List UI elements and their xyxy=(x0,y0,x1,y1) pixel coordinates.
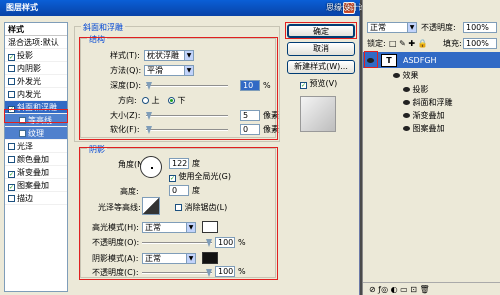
effect-item[interactable]: 图案叠加 xyxy=(403,123,445,134)
style-checkbox[interactable]: ✓ xyxy=(8,171,15,178)
blend-mode-select[interactable]: 正常 ▼ xyxy=(367,22,417,33)
style-checkbox[interactable]: ✓ xyxy=(8,184,15,191)
layer-tool-icons[interactable]: ⊘ ƒ◎ ◐ ▭ ⊡ 🗑 xyxy=(369,284,430,295)
style-checkbox[interactable] xyxy=(8,78,15,85)
styles-header: 样式 xyxy=(5,23,67,36)
preview-option[interactable]: ✓ 预览(V) xyxy=(300,78,337,89)
style-item[interactable]: 内阴影 xyxy=(5,62,67,75)
style-item-label: 纹理 xyxy=(28,129,44,138)
style-item-label: 混合选项:默认 xyxy=(8,38,59,47)
fill-input[interactable]: 100% xyxy=(463,38,497,49)
style-item[interactable]: 描边 xyxy=(5,192,67,205)
preview-label: 预览(V) xyxy=(309,79,338,88)
dialog-title: 图层样式 xyxy=(0,0,360,16)
preview-checkbox[interactable]: ✓ xyxy=(300,82,307,89)
layer-name[interactable]: ASDFGH xyxy=(403,55,437,66)
effects-text: 效果 xyxy=(402,71,419,80)
style-checkbox[interactable] xyxy=(19,130,26,137)
style-item[interactable]: 外发光 xyxy=(5,75,67,88)
style-item-label: 渐变叠加 xyxy=(17,168,49,177)
styles-list: 样式 混合选项:默认 ✓ 投影 内阴影 外发光 内发光 ✓ 斜面和浮雕 等高线 纹理 光泽 颜色叠加 ✓… xyxy=(4,22,68,292)
effect-item[interactable]: 投影 xyxy=(403,84,429,95)
blend-mode-value: 正常 xyxy=(370,23,386,32)
opacity-input[interactable]: 100% xyxy=(463,22,497,33)
lock-label: 锁定: xyxy=(367,39,386,48)
lock-icons[interactable]: □ ✎ ✚ 🔒 xyxy=(389,38,428,49)
effect-item[interactable]: 斜面和浮雕 xyxy=(403,97,453,108)
style-item-label: 内发光 xyxy=(17,90,41,99)
bevel-highlight-frame xyxy=(79,37,278,140)
effect-label: 渐变叠加 xyxy=(412,111,445,120)
style-checkbox[interactable] xyxy=(8,156,15,163)
effect-label: 图案叠加 xyxy=(412,124,445,133)
effect-label: 投影 xyxy=(412,85,429,94)
style-item-label: 投影 xyxy=(17,51,33,60)
style-checkbox[interactable] xyxy=(8,143,15,150)
style-item-label: 内阴影 xyxy=(17,64,41,73)
style-item[interactable]: 颜色叠加 xyxy=(5,153,67,166)
cancel-button[interactable]: 取消 xyxy=(287,42,355,56)
style-item[interactable]: ✓ 投影 xyxy=(5,49,67,62)
style-item[interactable]: ✓ 渐变叠加 xyxy=(5,166,67,179)
effect-eye-icon[interactable] xyxy=(403,113,410,118)
effect-eye-icon[interactable] xyxy=(403,87,410,92)
layer-style-dialog: 图层样式 × 样式 混合选项:默认 ✓ 投影 内阴影 外发光 内发光 ✓ 斜面和浮雕 等高线 纹理… xyxy=(0,0,360,295)
chevron-down-icon: ▼ xyxy=(407,23,416,32)
style-item-label: 光泽 xyxy=(17,142,33,151)
style-item[interactable]: 内发光 xyxy=(5,88,67,101)
new-style-button[interactable]: 新建样式(W)... xyxy=(287,60,355,74)
ok-button[interactable]: 确定 xyxy=(287,24,355,38)
style-checkbox[interactable] xyxy=(8,91,15,98)
style-item[interactable]: ✓ 图案叠加 xyxy=(5,179,67,192)
style-checkbox[interactable] xyxy=(8,65,15,72)
layer-highlight-frame xyxy=(364,51,378,68)
style-item[interactable]: 混合选项:默认 xyxy=(5,36,67,49)
layers-panel: 正常 ▼ 不透明度: 100% 锁定: □ ✎ ✚ 🔒 填充: 100% T AS… xyxy=(362,0,500,295)
fill-label: 填充: xyxy=(443,39,462,48)
bevel-group-title: 斜面和浮雕 xyxy=(81,22,125,33)
style-preview-thumbnail xyxy=(300,96,336,132)
effect-eye-icon[interactable] xyxy=(403,126,410,131)
layers-toolbar: ⊘ ƒ◎ ◐ ▭ ⊡ 🗑 xyxy=(363,282,500,295)
opacity-label: 不透明度: xyxy=(421,23,456,32)
shading-highlight-frame xyxy=(79,147,278,280)
style-item-label: 描边 xyxy=(17,194,33,203)
effect-item[interactable]: 渐变叠加 xyxy=(403,110,445,121)
style-item[interactable]: 光泽 xyxy=(5,140,67,153)
effect-eye-icon[interactable] xyxy=(403,100,410,105)
style-item-label: 颜色叠加 xyxy=(17,155,49,164)
style-item-label: 图案叠加 xyxy=(17,181,49,190)
style-checkbox[interactable] xyxy=(8,195,15,202)
effects-eye-icon[interactable] xyxy=(393,73,400,78)
style-item[interactable]: 纹理 xyxy=(5,127,67,140)
text-layer-thumbnail: T xyxy=(381,54,397,67)
effects-label: 效果 xyxy=(393,70,419,81)
style-checkbox[interactable]: ✓ xyxy=(8,54,15,61)
effect-label: 斜面和浮雕 xyxy=(412,98,453,107)
style-item-highlight-frame xyxy=(4,109,68,123)
style-item-label: 外发光 xyxy=(17,77,41,86)
